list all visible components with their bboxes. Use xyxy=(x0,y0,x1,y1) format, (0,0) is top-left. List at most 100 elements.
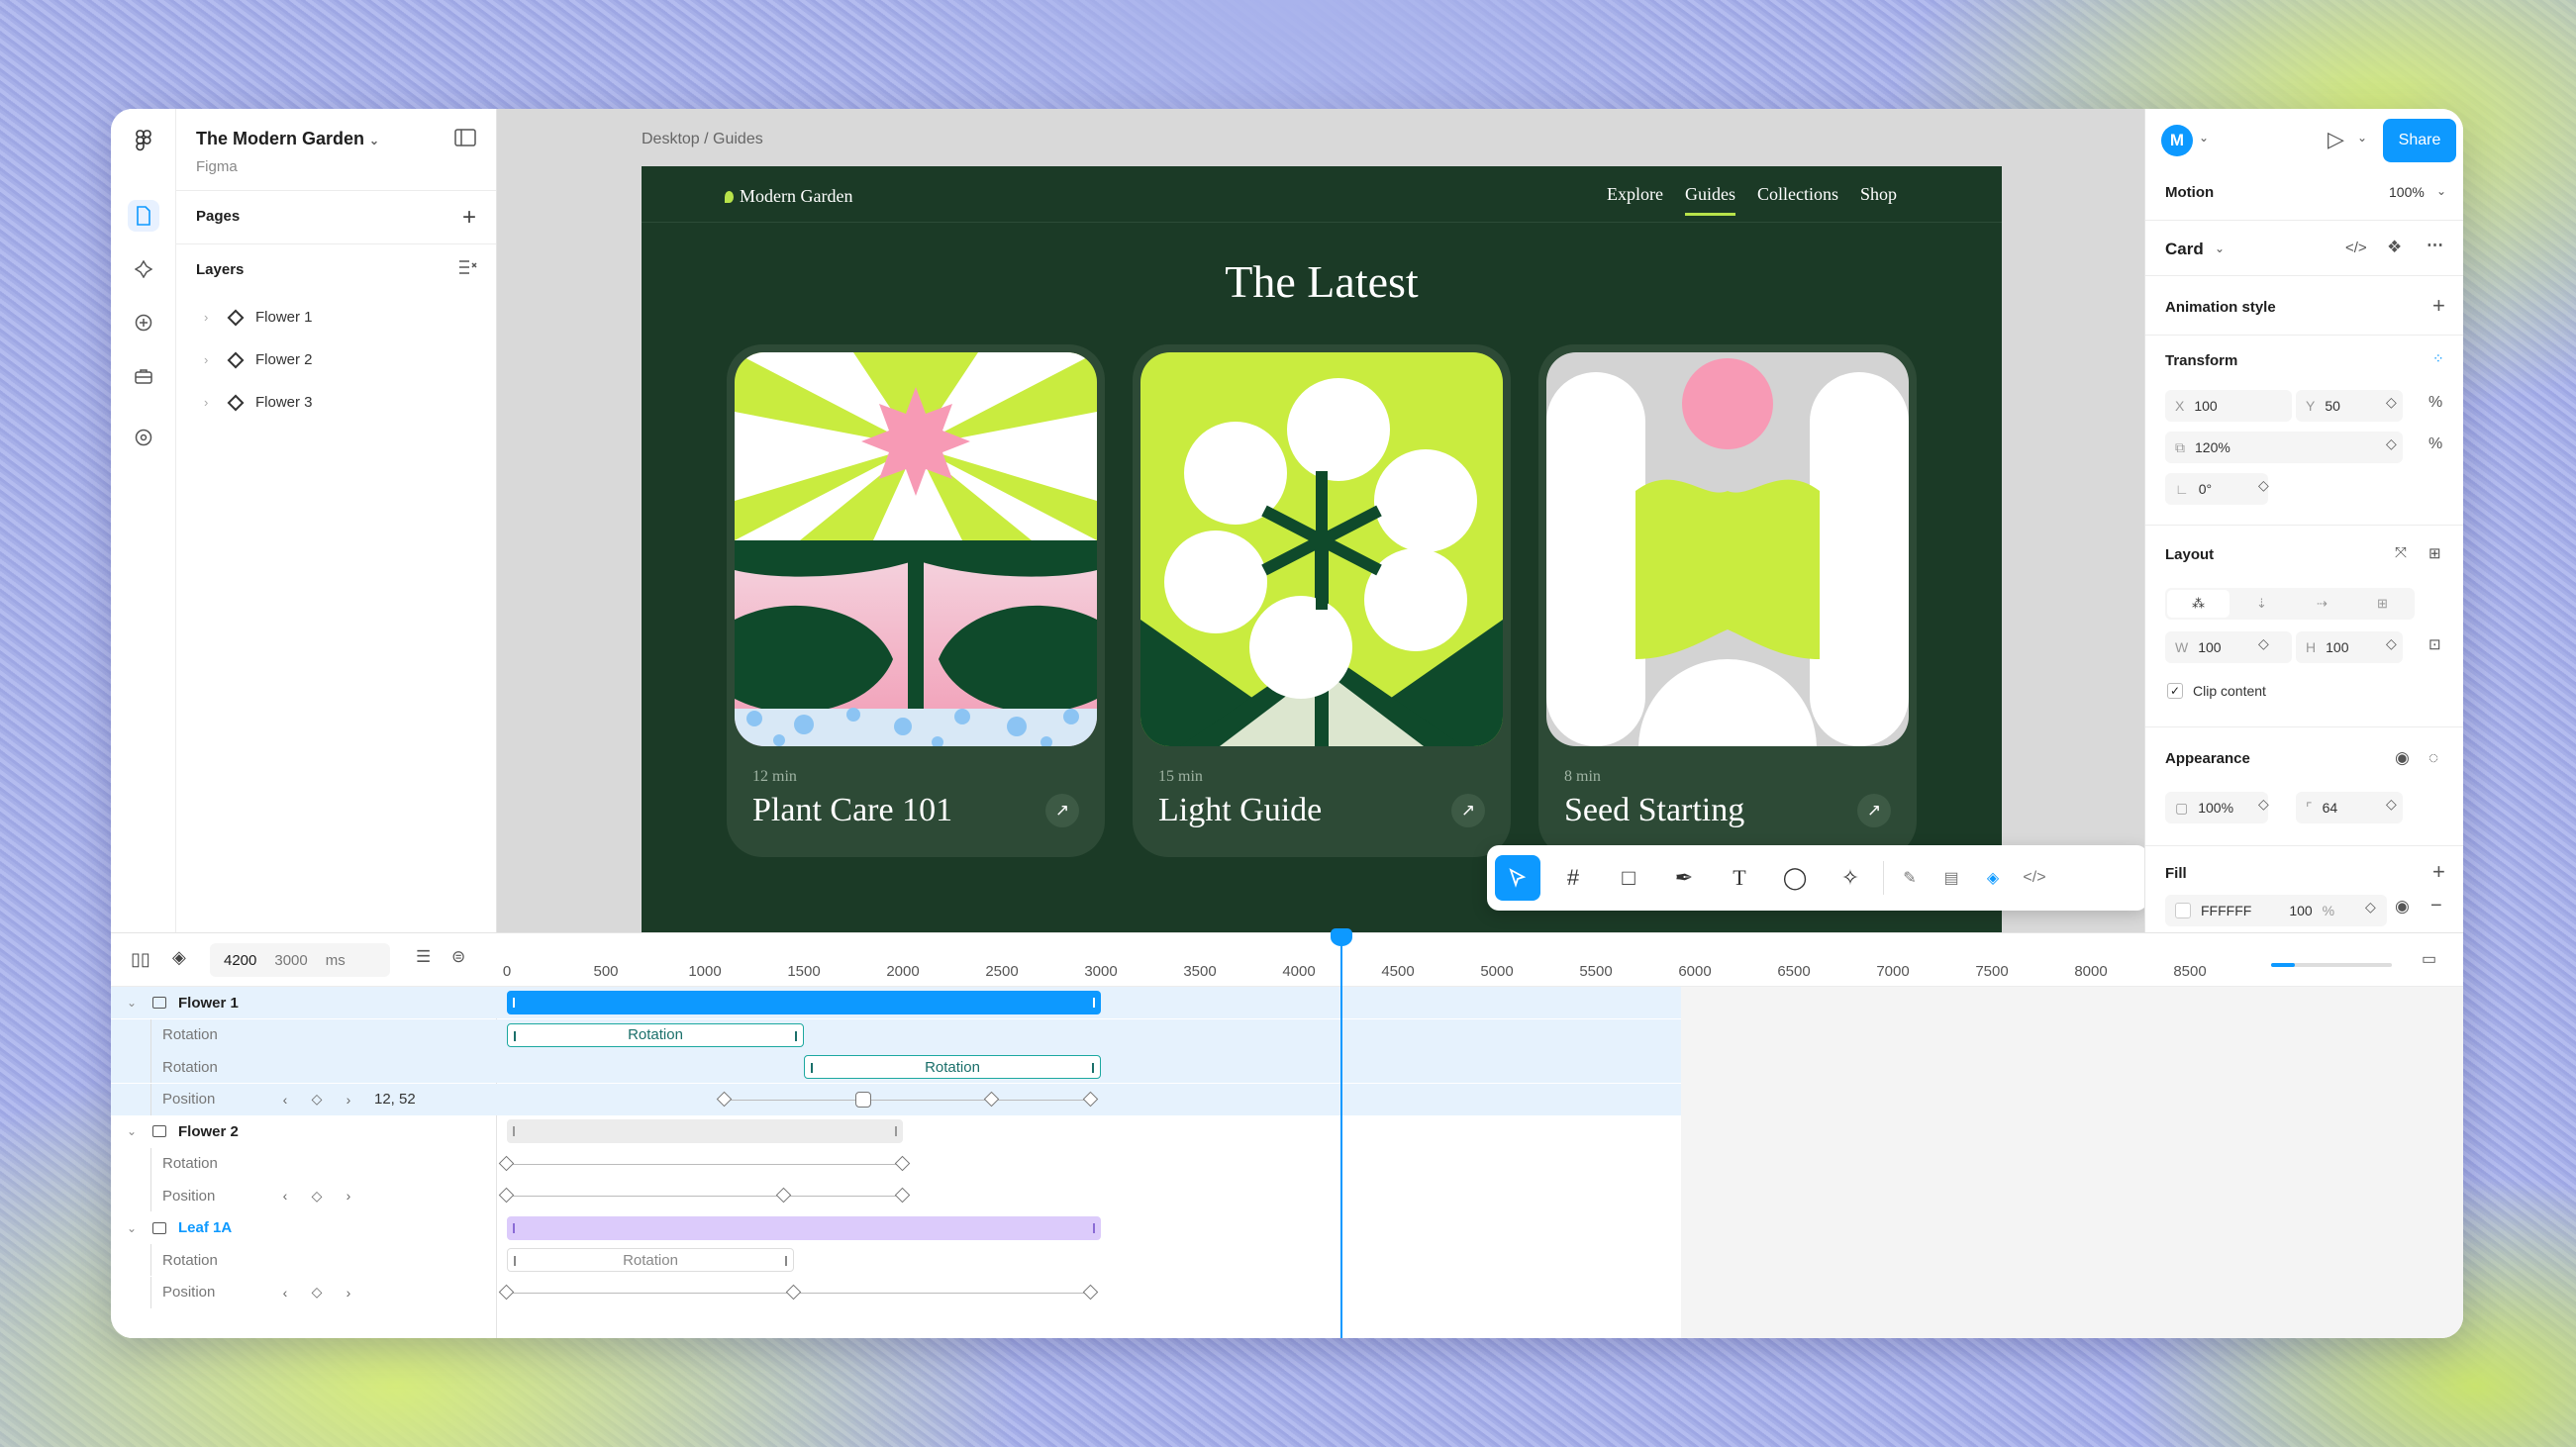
move-tool-icon[interactable] xyxy=(1495,855,1540,901)
eye-icon[interactable]: ◉ xyxy=(2395,748,2410,768)
chevron-down-icon[interactable]: ⌄ xyxy=(2357,131,2367,145)
add-fill-icon[interactable]: + xyxy=(2432,859,2445,885)
percent-icon[interactable]: % xyxy=(2428,435,2442,453)
timeline-bar[interactable] xyxy=(507,991,1101,1014)
timeline-options-icon[interactable]: ☰ xyxy=(416,947,431,967)
time-fields[interactable]: 4200 3000 ms xyxy=(210,943,390,977)
fill-input[interactable]: FFFFFF 100 % xyxy=(2165,895,2387,926)
keyframe-icon[interactable]: ◇ xyxy=(2258,635,2269,652)
width-input[interactable]: W 100 xyxy=(2165,631,2292,663)
code-icon[interactable]: </> xyxy=(2345,240,2367,256)
nav-explore[interactable]: Explore xyxy=(1607,184,1663,216)
avatar[interactable]: M xyxy=(2161,125,2193,156)
pause-icon[interactable]: ▯▯ xyxy=(131,949,150,970)
collapse-icon[interactable]: ⤧ xyxy=(2395,544,2407,561)
previous-keyframe-icon[interactable]: ‹ xyxy=(269,1092,301,1108)
add-plugin-icon[interactable] xyxy=(128,307,159,338)
keyframe-icon[interactable]: ◇ xyxy=(2258,796,2269,813)
sidebar-toggle-icon[interactable] xyxy=(454,129,476,146)
rectangle-tool-icon[interactable]: □ xyxy=(1606,855,1651,901)
transform-options-icon[interactable]: ⁘ xyxy=(2432,350,2444,367)
track-property[interactable]: Position ‹ ◇ › 12, 52 xyxy=(111,1083,497,1115)
layer-flower-3[interactable]: › Flower 3 xyxy=(204,394,313,411)
keyframe-diamond[interactable] xyxy=(894,1187,911,1204)
playhead[interactable] xyxy=(1340,932,1342,1338)
timeline-bar[interactable]: Rotation xyxy=(804,1055,1101,1079)
canvas[interactable]: Desktop / Guides Modern Garden Explore G… xyxy=(497,109,2148,932)
current-time[interactable]: 4200 xyxy=(224,952,256,969)
panel-toggle-icon[interactable]: ▭ xyxy=(2422,949,2436,969)
rotation-input[interactable]: ∟ 0° xyxy=(2165,473,2268,505)
freeform-layout-icon[interactable]: ⁂ xyxy=(2167,590,2229,618)
add-animation-icon[interactable]: + xyxy=(2432,293,2445,319)
add-keyframe-icon[interactable]: ◇ xyxy=(301,1284,333,1301)
track-property[interactable]: Rotation xyxy=(111,1244,497,1276)
layers-options-icon[interactable] xyxy=(458,259,478,275)
track-group[interactable]: ⌄ Leaf 1A xyxy=(111,1212,497,1244)
layout-tool-icon[interactable]: ▤ xyxy=(1935,855,1967,901)
track-property[interactable]: Position ‹ ◇ › xyxy=(111,1276,497,1308)
share-button[interactable]: Share xyxy=(2383,119,2456,162)
chevron-down-icon[interactable]: ⌄ xyxy=(127,1124,141,1138)
arrow-up-right-icon[interactable]: ↗ xyxy=(1857,794,1891,827)
keyframe-diamond[interactable] xyxy=(498,1284,515,1300)
zoom-slider[interactable] xyxy=(2271,963,2392,967)
settings-icon[interactable] xyxy=(128,422,159,453)
auto-layout-icon[interactable]: ⊞ xyxy=(2428,544,2441,562)
file-name-dropdown[interactable]: The Modern Garden ⌄ xyxy=(196,129,379,149)
fill-swatch[interactable] xyxy=(2175,903,2191,918)
card-seed-starting[interactable]: 8 min Seed Starting ↗ xyxy=(1538,344,1917,857)
previous-keyframe-icon[interactable]: ‹ xyxy=(269,1188,301,1204)
keyframe-toggle-icon[interactable]: ◈ xyxy=(172,947,186,968)
track-group[interactable]: ⌄ Flower 2 xyxy=(111,1115,497,1147)
pen-tool-icon[interactable]: ✒ xyxy=(1661,855,1707,901)
keyframe-diamond[interactable] xyxy=(498,1187,515,1204)
chevron-down-icon[interactable]: ⌄ xyxy=(127,1221,141,1235)
keyframe-icon[interactable]: ◇ xyxy=(2386,635,2397,652)
more-icon[interactable]: ⋯ xyxy=(2427,236,2443,255)
chevron-down-icon[interactable]: ⌄ xyxy=(2436,184,2446,198)
component-name[interactable]: Card xyxy=(2165,240,2204,259)
chevron-down-icon[interactable]: ⌄ xyxy=(2199,131,2209,145)
arrow-up-right-icon[interactable]: ↗ xyxy=(1045,794,1079,827)
previous-keyframe-icon[interactable]: ‹ xyxy=(269,1285,301,1301)
nav-guides[interactable]: Guides xyxy=(1684,184,1735,216)
vertical-layout-icon[interactable]: ⇣ xyxy=(2231,596,2292,612)
percent-icon[interactable]: % xyxy=(2428,394,2442,412)
chevron-down-icon[interactable]: ⌄ xyxy=(127,996,141,1010)
add-keyframe-icon[interactable]: ◇ xyxy=(301,1091,333,1108)
timeline-bar[interactable] xyxy=(507,1119,903,1143)
track-property[interactable]: Rotation xyxy=(111,1018,497,1051)
playhead-handle[interactable] xyxy=(1331,928,1352,946)
toolbox-icon[interactable] xyxy=(128,360,159,392)
text-tool-icon[interactable]: T xyxy=(1717,855,1762,901)
x-input[interactable]: X 100 xyxy=(2165,390,2292,422)
layer-flower-1[interactable]: › Flower 1 xyxy=(204,309,313,326)
chevron-down-icon[interactable]: ⌄ xyxy=(2215,241,2225,255)
clip-content-checkbox[interactable]: ✓ xyxy=(2167,683,2183,699)
keyframe-diamond[interactable] xyxy=(785,1284,802,1300)
arrow-up-right-icon[interactable]: ↗ xyxy=(1451,794,1485,827)
component-instance-icon[interactable]: ❖ xyxy=(2387,238,2402,257)
position-value[interactable]: 12, 52 xyxy=(374,1091,416,1108)
component-tool-icon[interactable]: ✧ xyxy=(1828,855,1873,901)
zoom-level[interactable]: 100% xyxy=(2389,184,2425,200)
keyframe-icon[interactable]: ◇ xyxy=(2258,477,2269,494)
opacity-input[interactable]: ▢ 100% xyxy=(2165,792,2268,823)
keyframe-icon[interactable]: ◇ xyxy=(2365,899,2376,916)
add-keyframe-icon[interactable]: ◇ xyxy=(301,1188,333,1205)
frame-breadcrumb[interactable]: Desktop / Guides xyxy=(642,131,763,148)
nav-shop[interactable]: Shop xyxy=(1860,184,1897,216)
draw-tool-icon[interactable]: ✎ xyxy=(1894,855,1926,901)
layer-flower-2[interactable]: › Flower 2 xyxy=(204,351,313,368)
easing-keyframe[interactable] xyxy=(855,1091,871,1108)
horizontal-layout-icon[interactable]: ⇢ xyxy=(2292,596,2352,612)
timeline-bar[interactable]: Rotation xyxy=(507,1248,794,1272)
desktop-guides-frame[interactable]: Modern Garden Explore Guides Collections… xyxy=(642,166,2002,932)
blend-icon[interactable]: ◌ xyxy=(2428,748,2438,768)
track-group[interactable]: ⌄ Flower 1 xyxy=(111,987,497,1018)
frame-tool-icon[interactable]: # xyxy=(1550,855,1596,901)
timeline-bar[interactable] xyxy=(507,1215,1101,1240)
nav-collections[interactable]: Collections xyxy=(1757,184,1838,216)
keyframe-diamond[interactable] xyxy=(498,1155,515,1171)
